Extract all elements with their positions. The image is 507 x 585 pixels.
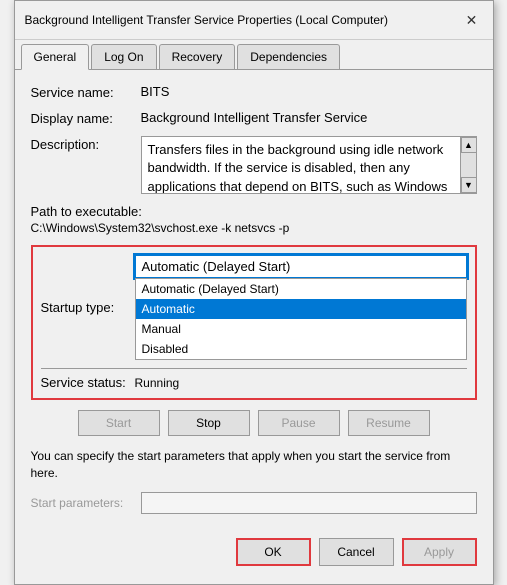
path-label: Path to executable: <box>31 204 477 219</box>
startup-dropdown-list: Automatic (Delayed Start) Automatic Manu… <box>135 278 467 360</box>
service-name-label: Service name: <box>31 84 141 100</box>
window-title: Background Intelligent Transfer Service … <box>25 13 389 27</box>
title-bar: Background Intelligent Transfer Service … <box>15 1 493 40</box>
dropdown-option-3[interactable]: Disabled <box>136 339 466 359</box>
service-name-value: BITS <box>141 84 477 99</box>
service-status-label: Service status: <box>41 375 135 390</box>
startup-dropdown-selected[interactable]: Automatic (Delayed Start) ▼ <box>135 255 467 278</box>
info-text: You can specify the start parameters tha… <box>31 448 477 482</box>
description-scrollbar: ▲ ▼ <box>460 137 476 193</box>
description-label: Description: <box>31 136 141 152</box>
start-params-row: Start parameters: <box>31 492 477 514</box>
display-name-value: Background Intelligent Transfer Service <box>141 110 477 125</box>
dropdown-option-0[interactable]: Automatic (Delayed Start) <box>136 279 466 299</box>
service-control-buttons: Start Stop Pause Resume <box>31 410 477 436</box>
path-row: Path to executable: C:\Windows\System32\… <box>31 204 477 235</box>
divider <box>41 368 467 369</box>
resume-service-button[interactable]: Resume <box>348 410 430 436</box>
dropdown-option-1[interactable]: Automatic <box>136 299 466 319</box>
stop-service-button[interactable]: Stop <box>168 410 250 436</box>
startup-selected-text: Automatic (Delayed Start) <box>142 259 291 274</box>
description-row: Description: Transfers files in the back… <box>31 136 477 194</box>
startup-type-label: Startup type: <box>41 300 135 315</box>
service-name-row: Service name: BITS <box>31 84 477 100</box>
scroll-up-btn[interactable]: ▲ <box>461 137 477 153</box>
service-status-row: Service status: Running <box>41 375 467 390</box>
startup-dropdown-container: Automatic (Delayed Start) ▼ Automatic (D… <box>135 255 467 360</box>
display-name-row: Display name: Background Intelligent Tra… <box>31 110 477 126</box>
tab-general[interactable]: General <box>21 44 90 70</box>
cancel-button[interactable]: Cancel <box>319 538 394 566</box>
path-value: C:\Windows\System32\svchost.exe -k netsv… <box>31 221 477 235</box>
footer-buttons: OK Cancel Apply <box>31 530 477 570</box>
tab-logon[interactable]: Log On <box>91 44 156 69</box>
display-name-label: Display name: <box>31 110 141 126</box>
ok-button[interactable]: OK <box>236 538 311 566</box>
tab-recovery[interactable]: Recovery <box>159 44 236 69</box>
dropdown-option-2[interactable]: Manual <box>136 319 466 339</box>
close-button[interactable]: ✕ <box>461 9 483 31</box>
tab-bar: General Log On Recovery Dependencies <box>15 40 493 70</box>
service-status-value: Running <box>135 376 180 390</box>
startup-type-row: Startup type: Automatic (Delayed Start) … <box>41 255 467 360</box>
startup-highlight-box: Startup type: Automatic (Delayed Start) … <box>31 245 477 400</box>
start-service-button[interactable]: Start <box>78 410 160 436</box>
tab-dependencies[interactable]: Dependencies <box>237 44 340 69</box>
description-box: Transfers files in the background using … <box>141 136 477 194</box>
tab-content: Service name: BITS Display name: Backgro… <box>15 70 493 584</box>
apply-button[interactable]: Apply <box>402 538 477 566</box>
properties-window: Background Intelligent Transfer Service … <box>14 0 494 585</box>
start-params-label: Start parameters: <box>31 496 141 510</box>
scroll-down-btn[interactable]: ▼ <box>461 177 477 193</box>
description-text: Transfers files in the background using … <box>148 141 470 194</box>
start-params-input[interactable] <box>141 492 477 514</box>
pause-service-button[interactable]: Pause <box>258 410 340 436</box>
